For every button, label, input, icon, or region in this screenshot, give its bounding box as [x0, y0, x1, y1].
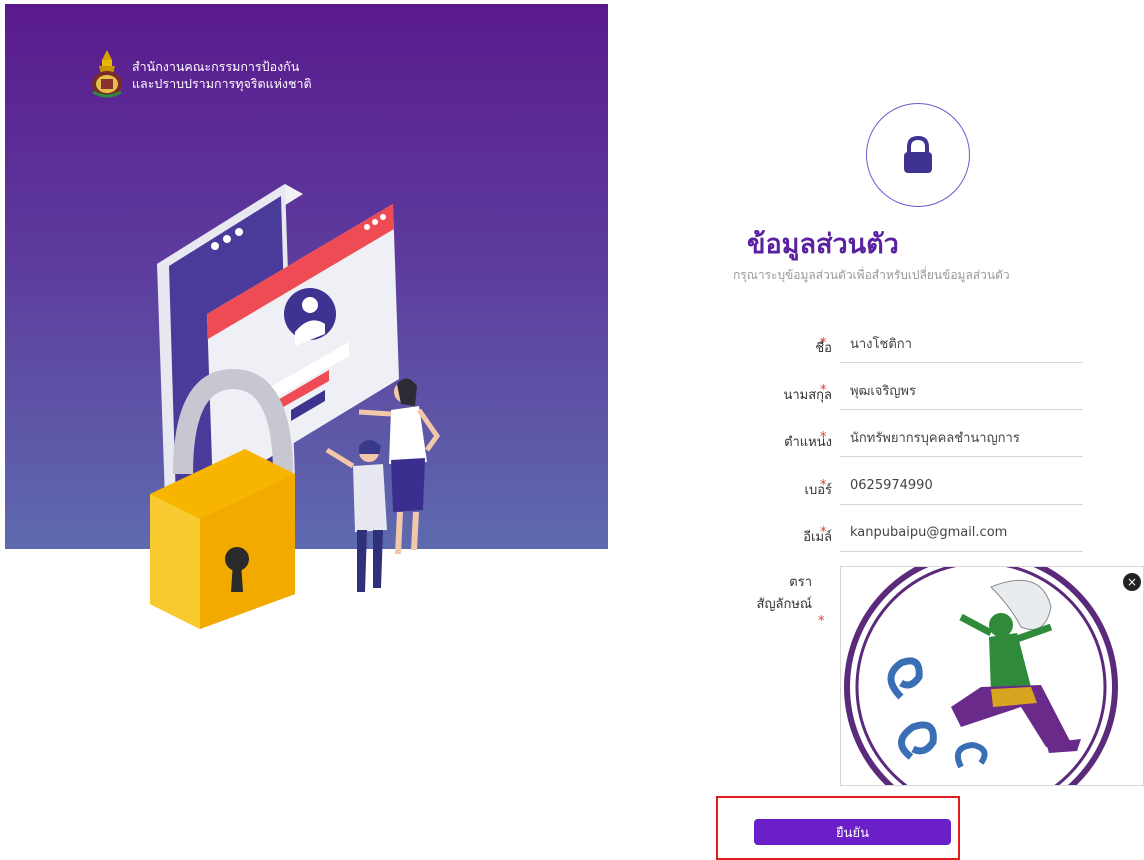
emblem-label: ตรา สัญลักษณ์ [740, 572, 812, 616]
lock-badge [866, 103, 970, 207]
hero-panel: สำนักงานคณะกรรมการป้องกัน และปราบปรามการ… [5, 4, 608, 629]
page-subtitle: กรุณาระบุข้อมูลส่วนตัวเพื่อสำหรับเปลี่ยน… [733, 268, 1010, 282]
phone-row: เบอร์ * [700, 467, 1085, 507]
emblem-label-line1: ตรา [789, 575, 812, 590]
confirm-button[interactable]: ยืนยัน [754, 819, 951, 845]
email-input[interactable] [840, 514, 1083, 552]
first-name-row: ชื่อ * [700, 325, 1085, 365]
position-input[interactable] [840, 419, 1083, 457]
position-row: ตำแหน่ง * [700, 419, 1085, 459]
lock-icon [904, 135, 932, 173]
required-mark: * [820, 478, 827, 493]
required-mark: * [820, 383, 827, 398]
remove-image-icon[interactable]: × [1123, 573, 1141, 591]
emblem-image [844, 567, 1118, 785]
email-label: อีเมล์ [803, 530, 832, 545]
last-name-input[interactable] [840, 372, 1083, 410]
required-mark: * [818, 614, 825, 629]
nacc-seal-icon [92, 50, 122, 98]
page-title: ข้อมูลส่วนตัว [747, 229, 899, 260]
org-name-line1: สำนักงานคณะกรรมการป้องกัน [132, 59, 300, 74]
email-row: อีเมล์ * [700, 514, 1085, 554]
emblem-preview[interactable] [840, 566, 1144, 786]
phone-input[interactable] [840, 467, 1083, 505]
first-name-input[interactable] [840, 325, 1083, 363]
org-header: สำนักงานคณะกรรมการป้องกัน และปราบปรามการ… [90, 48, 312, 100]
security-illustration [150, 184, 441, 629]
emblem-label-line2: สัญลักษณ์ [756, 597, 812, 612]
last-name-row: นามสกุล * [700, 372, 1085, 412]
required-mark: * [820, 336, 827, 351]
phone-label: เบอร์ [804, 483, 833, 498]
required-mark: * [820, 525, 827, 540]
required-mark: * [820, 430, 827, 445]
org-name-line2: และปราบปรามการทุจริตแห่งชาติ [132, 76, 312, 91]
